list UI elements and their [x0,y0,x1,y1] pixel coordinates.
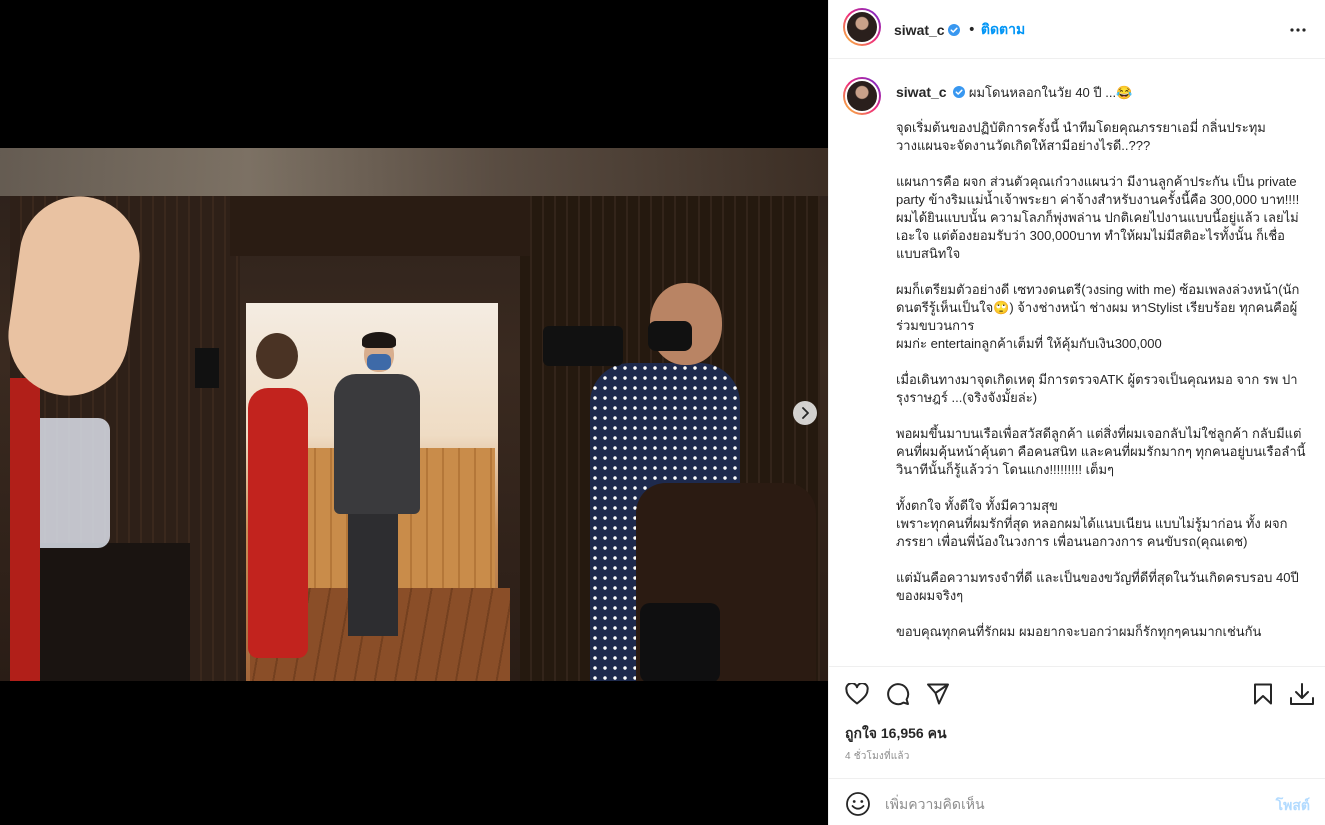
caption-paragraph: แต่มันคือความทรงจำที่ดี และเป็นของขวัญที… [896,570,1299,603]
caption-paragraph: ขอบคุณทุกคนที่รักผม ผมอยากจะบอกว่าผมก็รั… [896,624,1262,639]
photo-woman-red-dress [248,333,318,681]
header-user: siwat_c • ติดตาม [894,19,1025,41]
post-timestamp[interactable]: 4 ชั่วโมงที่แล้ว [845,749,910,764]
download-icon [1290,683,1314,705]
bookmark-icon [1254,683,1272,705]
caption-username[interactable]: siwat_c [896,84,947,100]
comments-scroll-area[interactable]: siwat_c ผมโดนหลอกในวัย 40 ปี ...😂 จุดเริ… [829,60,1325,666]
post-photo [0,148,828,681]
post-side-panel: siwat_c • ติดตาม siwat_c ผมโดนหลอกในวัย … [828,0,1325,825]
photo-ceiling [230,196,530,256]
download-button[interactable] [1288,680,1316,708]
caption-paragraph: พอผมขึ้นมาบนเรือเพื่อสวัสดีลูกค้า แต่สิ่… [896,426,1306,477]
post-comment-button[interactable]: โพสต์ [1276,795,1310,817]
caption-header: siwat_c ผมโดนหลอกในวัย 40 ปี ...😂 [896,83,1306,102]
caption-paragraph: ผมก็เตรียมตัวอย่างดี เซทวงดนตรี(วงsing w… [896,282,1300,351]
photo-red-dress-left [10,378,40,681]
follow-button[interactable]: ติดตาม [981,19,1025,41]
share-button[interactable] [924,680,952,708]
post-actions: ถูกใจ 16,956 คน 4 ชั่วโมงที่แล้ว [829,666,1325,778]
save-button[interactable] [1249,680,1277,708]
caption-paragraph: เมื่อเดินทางมาจุดเกิดเหตุ มีการตรวจATK ผ… [896,372,1298,405]
caption-paragraph: แผนการคือ ผจก ส่วนตัวคุณเก๋วางแผนว่า มีง… [896,174,1300,261]
next-photo-button[interactable] [793,401,817,425]
separator-dot: • [967,22,976,38]
photo-table [20,543,190,681]
photo-camera [543,326,623,366]
post-header: siwat_c • ติดตาม [829,0,1325,59]
avatar[interactable] [843,8,881,46]
more-horizontal-icon [1290,28,1306,32]
caption-text: จุดเริ่มต้นของปฏิบัติการครั้งนี้ นำทีมโด… [896,119,1308,659]
add-comment-bar: โพสต์ [829,778,1325,825]
caption-paragraph: จุดเริ่มต้นของปฏิบัติการครั้งนี้ นำทีมโด… [896,120,1266,153]
photo-phone [640,603,720,681]
photo-man-in-suit [330,332,420,636]
caption-avatar[interactable] [843,77,881,115]
caption-paragraph: ทั้งตกใจ ทั้งดีใจ ทั้งมีความสุข เพราะทุก… [896,498,1288,549]
media-viewer [0,0,828,825]
verified-badge-icon [953,86,966,98]
more-options-button[interactable] [1286,18,1310,42]
verified-badge-icon [947,24,960,36]
heart-icon [845,683,869,705]
comment-button[interactable] [884,680,912,708]
chevron-right-icon [802,407,809,419]
emoji-icon[interactable] [845,791,871,817]
photo-switch-panel [195,348,219,388]
comment-input[interactable] [885,793,1255,815]
like-button[interactable] [843,680,871,708]
photo-window-band [0,148,828,196]
comment-icon [887,683,910,706]
caption-title: ผมโดนหลอกในวัย 40 ปี ...😂 [968,85,1133,100]
send-icon [927,683,949,705]
like-count[interactable]: ถูกใจ 16,956 คน [845,723,947,745]
username-link[interactable]: siwat_c [894,22,945,38]
